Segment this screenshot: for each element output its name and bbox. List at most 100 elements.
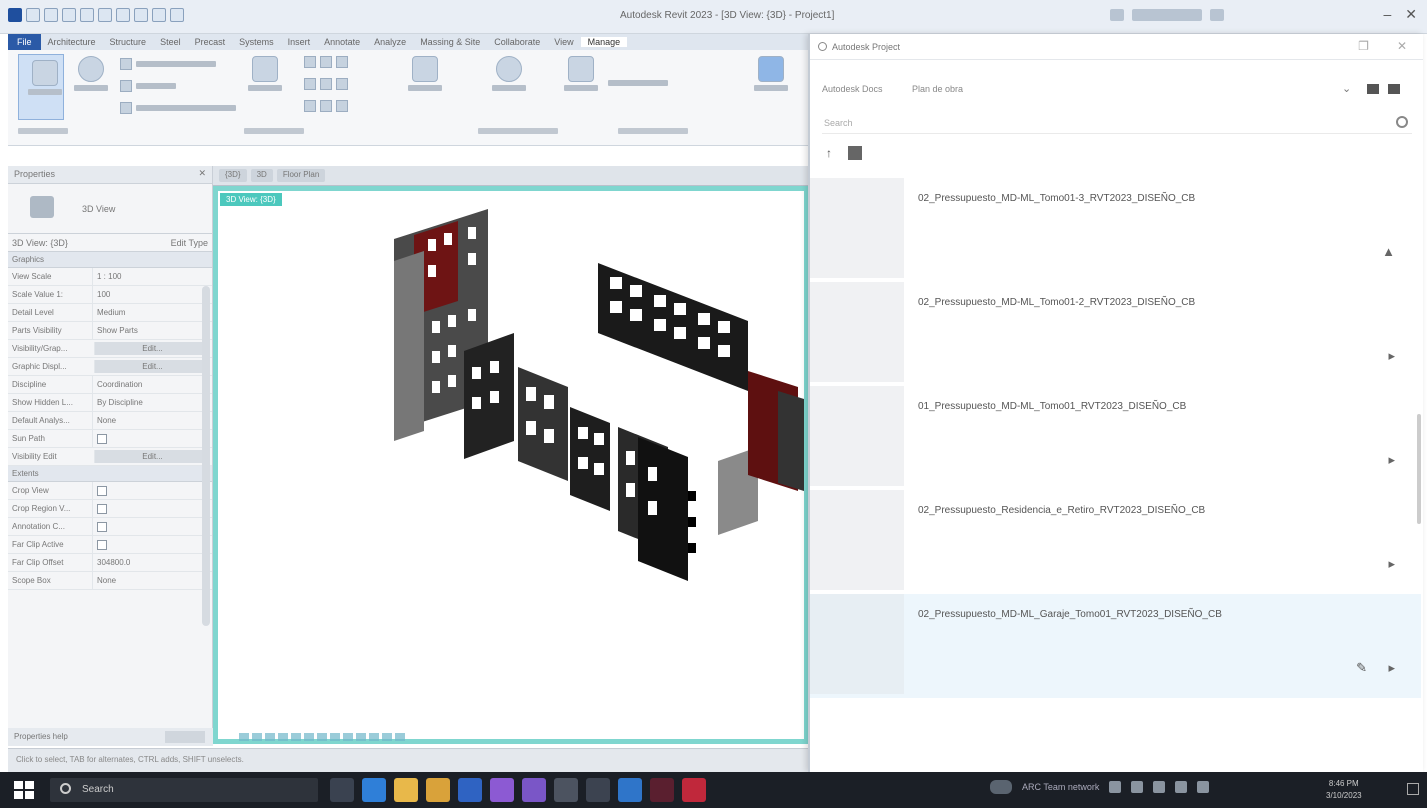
materials-button[interactable]: [74, 56, 108, 91]
property-value[interactable]: None: [92, 572, 212, 589]
word-icon[interactable]: [458, 778, 482, 802]
taskbar-search[interactable]: Search: [50, 778, 318, 802]
project-dropdown[interactable]: Plan de obra: [912, 84, 963, 94]
tray-network-text[interactable]: ARC Team network: [1022, 782, 1099, 792]
panel-scrollbar[interactable]: [1417, 414, 1421, 524]
revit-app-icon[interactable]: [650, 778, 674, 802]
property-value[interactable]: Show Parts: [92, 322, 212, 339]
view-tab-3d-default[interactable]: {3D}: [219, 169, 247, 182]
properties-scrollbar[interactable]: [202, 286, 210, 626]
tab-steel[interactable]: Steel: [153, 37, 188, 47]
property-value[interactable]: [92, 430, 212, 447]
folder-icon[interactable]: [426, 778, 450, 802]
help-icon[interactable]: [1210, 9, 1224, 21]
shadows-icon[interactable]: [291, 733, 301, 741]
system-clock[interactable]: 8:46 PM 3/10/2023: [1326, 778, 1362, 802]
property-value[interactable]: None: [92, 412, 212, 429]
render-icon[interactable]: [304, 733, 314, 741]
tab-analyze[interactable]: Analyze: [367, 37, 413, 47]
property-row[interactable]: Detail Level Medium: [8, 304, 212, 322]
building-model[interactable]: [218, 191, 804, 739]
edit-type-button[interactable]: Edit Type: [171, 238, 208, 248]
instance-type-row[interactable]: 3D View: {3D} Edit Type: [8, 234, 212, 252]
redo-icon[interactable]: [98, 8, 112, 22]
crop-icon[interactable]: [317, 733, 327, 741]
tab-precast[interactable]: Precast: [188, 37, 233, 47]
snaps-button[interactable]: [120, 80, 176, 92]
design-options-button[interactable]: [564, 56, 598, 91]
chevron-up-icon[interactable]: [1109, 781, 1122, 793]
vscode-icon[interactable]: [618, 778, 642, 802]
restore-icon[interactable]: ❐: [1358, 39, 1369, 53]
property-value[interactable]: Coordination: [92, 376, 212, 393]
sun-path-icon[interactable]: [278, 733, 288, 741]
open-icon[interactable]: [26, 8, 40, 22]
list-item-selected[interactable]: 02_Pressupuesto_MD-ML_Garaje_Tomo01_RVT2…: [810, 594, 1421, 698]
file-name[interactable]: 01_Pressupuesto_MD-ML_Tomo01_RVT2023_DIS…: [918, 396, 1358, 417]
list-item[interactable]: 02_Pressupuesto_MD-ML_Tomo01-3_RVT2023_D…: [810, 178, 1421, 282]
view-scale-control[interactable]: [239, 733, 249, 741]
user-area[interactable]: [1110, 9, 1224, 21]
edge-icon[interactable]: [362, 778, 386, 802]
crop-show-icon[interactable]: [330, 733, 340, 741]
measure-icon[interactable]: [134, 8, 148, 22]
analytical-icon[interactable]: [395, 733, 405, 741]
notification-icon[interactable]: [1407, 783, 1419, 795]
property-value[interactable]: 100: [92, 286, 212, 303]
chevron-down-icon[interactable]: ⌄: [1342, 82, 1351, 95]
apply-button[interactable]: [165, 731, 205, 743]
select-button[interactable]: [754, 56, 788, 91]
main-model-select[interactable]: [608, 80, 668, 86]
tab-view[interactable]: View: [547, 37, 580, 47]
cloud-icon[interactable]: [990, 780, 1012, 794]
object-styles-button[interactable]: [120, 58, 216, 70]
settings-row-3[interactable]: [304, 100, 348, 112]
tab-annotate[interactable]: Annotate: [317, 37, 367, 47]
sync-icon[interactable]: [62, 8, 76, 22]
file-explorer-icon[interactable]: [394, 778, 418, 802]
property-value[interactable]: [92, 500, 212, 517]
property-row[interactable]: Scope Box None: [8, 572, 212, 590]
property-row[interactable]: Visibility/Grap... Edit...: [8, 340, 212, 358]
property-value[interactable]: Edit...: [94, 342, 210, 355]
tab-architecture[interactable]: Architecture: [41, 37, 103, 47]
property-row[interactable]: Sun Path: [8, 430, 212, 448]
settings-row-2[interactable]: [304, 78, 348, 90]
panel-search[interactable]: Search: [822, 114, 1412, 134]
tab-systems[interactable]: Systems: [232, 37, 281, 47]
file-name[interactable]: 02_Pressupuesto_MD-ML_Tomo01-2_RVT2023_D…: [918, 292, 1358, 313]
property-value[interactable]: [92, 536, 212, 553]
save-icon[interactable]: [44, 8, 58, 22]
view-tab-3d[interactable]: 3D: [250, 169, 273, 182]
file-name[interactable]: 02_Pressupuesto_Residencia_e_Retiro_RVT2…: [918, 500, 1358, 521]
project-parameters-button[interactable]: [248, 56, 282, 91]
checkbox[interactable]: [97, 522, 107, 532]
3d-view-icon[interactable]: [170, 8, 184, 22]
checkbox[interactable]: [97, 434, 107, 444]
arrow-right-icon[interactable]: ▸: [1388, 660, 1395, 676]
checkbox[interactable]: [97, 486, 107, 496]
taskbar-search-text[interactable]: Search: [82, 784, 114, 795]
settings-row-1[interactable]: [304, 56, 348, 68]
temp-hide-icon[interactable]: [356, 733, 366, 741]
property-row[interactable]: Far Clip Active: [8, 536, 212, 554]
detail-level-icon[interactable]: [252, 733, 262, 741]
folder-icon[interactable]: [1367, 84, 1379, 94]
property-value[interactable]: 304800.0: [92, 554, 212, 571]
visual-style-icon[interactable]: [265, 733, 275, 741]
arrow-up-icon[interactable]: ↑: [826, 146, 832, 160]
property-row[interactable]: Parts Visibility Show Parts: [8, 322, 212, 340]
property-row[interactable]: View Scale 1 : 100: [8, 268, 212, 286]
property-row[interactable]: Crop View: [8, 482, 212, 500]
magnifier-icon[interactable]: [1396, 116, 1408, 128]
tab-manage[interactable]: Manage: [580, 37, 628, 47]
property-row[interactable]: Annotation C...: [8, 518, 212, 536]
volume-icon[interactable]: [1175, 781, 1188, 793]
cloud-folder-icon[interactable]: [1388, 84, 1400, 94]
property-value[interactable]: Edit...: [94, 360, 210, 373]
tab-file[interactable]: File: [8, 34, 41, 50]
minimize-icon[interactable]: –: [1383, 6, 1391, 23]
windows-start-icon[interactable]: [14, 781, 34, 799]
lock-view-icon[interactable]: [343, 733, 353, 741]
type-selector-dropdown[interactable]: 3D View: {3D}: [12, 238, 68, 248]
